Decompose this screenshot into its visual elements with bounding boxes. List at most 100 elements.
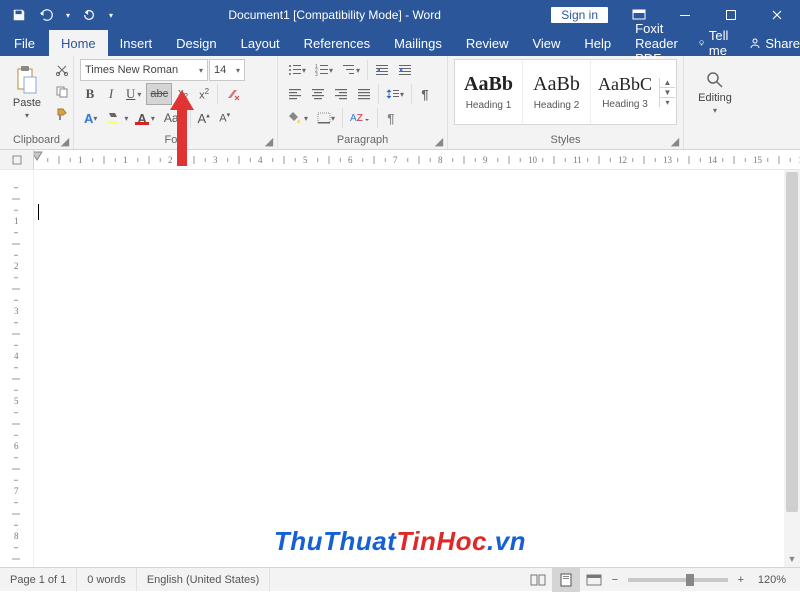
increase-indent-button[interactable] <box>394 59 416 81</box>
styles-gallery[interactable]: AaBb Heading 1 AaBb Heading 2 AaBbC Head… <box>454 59 677 125</box>
ruler-vertical[interactable]: 12345678 <box>0 170 34 567</box>
maximize-button[interactable] <box>708 0 754 30</box>
change-case-button[interactable]: Aa▾ <box>160 107 187 129</box>
highlight-button[interactable]: ▾ <box>102 107 132 129</box>
zoom-out-button[interactable]: − <box>608 574 622 586</box>
format-painter-button[interactable] <box>51 103 73 125</box>
tab-insert[interactable]: Insert <box>108 30 165 56</box>
tab-help[interactable]: Help <box>572 30 623 56</box>
status-word-count[interactable]: 0 words <box>77 568 137 591</box>
copy-button[interactable] <box>51 81 73 103</box>
scroll-down-icon[interactable]: ▼ <box>784 551 800 567</box>
view-print-layout-icon[interactable] <box>552 568 580 592</box>
undo-button[interactable] <box>34 2 60 28</box>
scrollbar-vertical[interactable]: ▼ <box>784 170 800 567</box>
svg-text:8: 8 <box>14 531 19 541</box>
tab-mailings[interactable]: Mailings <box>382 30 454 56</box>
styles-up-icon[interactable]: ▲ <box>660 78 675 88</box>
redo-button[interactable] <box>76 2 102 28</box>
style-heading2[interactable]: AaBb Heading 2 <box>523 60 591 124</box>
svg-text:5: 5 <box>14 396 19 406</box>
multilevel-list-button[interactable]: ▾ <box>338 59 364 81</box>
style-heading1[interactable]: AaBb Heading 1 <box>455 60 523 124</box>
sign-in-button[interactable]: Sign in <box>551 7 608 23</box>
text-effects-button[interactable]: A▾ <box>80 107 101 129</box>
ruler-horizontal[interactable]: 112345678910111213141516 <box>34 150 800 169</box>
sort-button[interactable]: AZ <box>346 107 374 129</box>
paste-button[interactable]: Paste ▾ <box>6 59 48 125</box>
svg-text:13: 13 <box>663 155 673 165</box>
ribbon-tabs: File Home Insert Design Layout Reference… <box>0 30 800 56</box>
group-label-font: Font <box>80 133 271 149</box>
strikethrough-button[interactable]: abc <box>146 83 172 105</box>
view-read-mode-icon[interactable] <box>524 568 552 592</box>
svg-text:8: 8 <box>438 155 443 165</box>
zoom-in-button[interactable]: + <box>734 574 748 586</box>
subscript-button[interactable]: x2 <box>173 83 193 105</box>
save-icon[interactable] <box>6 2 32 28</box>
superscript-button[interactable]: x2 <box>194 83 214 105</box>
clear-formatting-button[interactable] <box>221 83 245 105</box>
close-button[interactable] <box>754 0 800 30</box>
tab-design[interactable]: Design <box>164 30 228 56</box>
zoom-slider-knob[interactable] <box>686 574 694 586</box>
grow-font-button[interactable]: A▴ <box>194 107 214 129</box>
font-launcher-icon[interactable]: ◢ <box>263 135 275 147</box>
share-button[interactable]: Share <box>741 30 800 56</box>
bullets-button[interactable]: ▾ <box>284 59 310 81</box>
shading-button[interactable]: ▾ <box>284 107 312 129</box>
styles-launcher-icon[interactable]: ◢ <box>669 135 681 147</box>
bold-button[interactable]: B <box>80 83 100 105</box>
font-color-button[interactable]: A▾ <box>133 107 158 129</box>
styles-down-icon[interactable]: ▼ <box>660 88 675 98</box>
zoom-slider[interactable] <box>628 578 728 582</box>
styles-more-icon[interactable]: ▾ <box>660 98 675 107</box>
numbering-button[interactable]: 123▾ <box>311 59 337 81</box>
font-size-combo[interactable]: 14▾ <box>209 59 245 81</box>
group-label-styles: Styles <box>454 133 677 149</box>
align-center-button[interactable] <box>307 83 329 105</box>
ruler-horizontal-area: 112345678910111213141516 <box>0 150 800 170</box>
styles-scroll[interactable]: ▲ ▼ ▾ <box>659 78 675 107</box>
show-hide-button[interactable]: ¶ <box>415 83 435 105</box>
status-language[interactable]: English (United States) <box>137 568 271 591</box>
document-area: 12345678 <box>0 170 800 567</box>
line-spacing-button[interactable]: ▾ <box>382 83 408 105</box>
svg-text:3: 3 <box>14 306 19 316</box>
show-marks-button[interactable]: ¶ <box>381 107 401 129</box>
underline-button[interactable]: U▾ <box>122 83 145 105</box>
view-web-layout-icon[interactable] <box>580 568 608 592</box>
group-label-clipboard: Clipboard <box>6 133 67 149</box>
qat-customize-icon[interactable]: ▾ <box>104 2 118 28</box>
group-paragraph: ▾ 123▾ ▾ ▾ ¶ ▾ ▾ AZ <box>278 56 448 149</box>
italic-button[interactable]: I <box>101 83 121 105</box>
scrollbar-thumb[interactable] <box>786 172 798 512</box>
tab-layout[interactable]: Layout <box>229 30 292 56</box>
align-right-button[interactable] <box>330 83 352 105</box>
tab-home[interactable]: Home <box>49 30 108 56</box>
paragraph-launcher-icon[interactable]: ◢ <box>433 135 445 147</box>
editing-button[interactable]: Editing ▾ <box>690 59 740 125</box>
tab-references[interactable]: References <box>292 30 382 56</box>
cut-button[interactable] <box>51 59 73 81</box>
justify-button[interactable] <box>353 83 375 105</box>
document-page[interactable] <box>34 170 800 567</box>
shrink-font-button[interactable]: A▾ <box>215 107 235 129</box>
editing-label: Editing <box>698 92 732 104</box>
tab-review[interactable]: Review <box>454 30 521 56</box>
tell-me-button[interactable]: Tell me <box>690 30 742 56</box>
align-left-button[interactable] <box>284 83 306 105</box>
style-name: Heading 1 <box>466 100 512 111</box>
ruler-corner[interactable] <box>0 150 34 169</box>
tab-view[interactable]: View <box>520 30 572 56</box>
status-page[interactable]: Page 1 of 1 <box>0 568 77 591</box>
zoom-level[interactable]: 120% <box>748 568 800 591</box>
decrease-indent-button[interactable] <box>371 59 393 81</box>
style-heading3[interactable]: AaBbC Heading 3 <box>591 60 659 124</box>
tab-foxit[interactable]: Foxit Reader PDF <box>623 30 690 56</box>
font-name-combo[interactable]: Times New Roman▾ <box>80 59 208 81</box>
clipboard-launcher-icon[interactable]: ◢ <box>59 135 71 147</box>
borders-button[interactable]: ▾ <box>313 107 339 129</box>
tab-file[interactable]: File <box>0 30 49 56</box>
undo-dropdown-icon[interactable]: ▾ <box>62 2 74 28</box>
